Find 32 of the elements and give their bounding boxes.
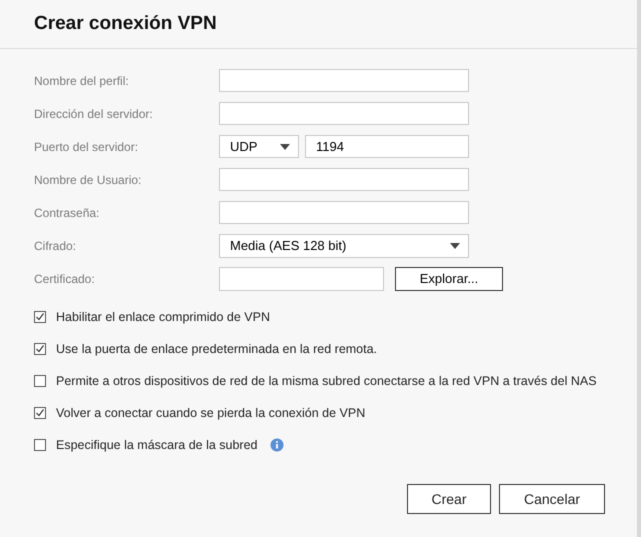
caret-icon — [280, 144, 290, 150]
text-field[interactable] — [219, 168, 469, 191]
protocol-dropdown[interactable]: UDP — [219, 135, 299, 158]
checkbox-label: Especifique la máscara de la subred — [56, 436, 258, 454]
caret-icon — [450, 242, 460, 248]
create-button[interactable]: Crear — [407, 484, 491, 514]
text-field[interactable] — [219, 201, 469, 224]
checkbox[interactable] — [34, 375, 46, 387]
file-field[interactable] — [219, 266, 384, 290]
checkbox[interactable] — [34, 407, 46, 419]
field-label: Nombre del perfil: — [34, 72, 130, 90]
field-label: Dirección del servidor: — [34, 106, 154, 122]
cancel-button[interactable]: Cancelar — [499, 484, 605, 514]
dialog-title: Crear conexión VPN — [34, 12, 217, 36]
checkbox-label: Volver a conectar cuando se pierda la conexión de VPN — [56, 404, 366, 422]
checkbox-label: Permite a otros dispositivos de red de la misma subred conectarse a la red VPN a través del NAS — [56, 372, 597, 390]
checkbox[interactable] — [34, 311, 46, 323]
text-field[interactable] — [219, 69, 469, 92]
checkbox-label: Habilitar el enlace comprimido de VPN — [56, 308, 270, 326]
field-label: Puerto del servidor: — [34, 138, 140, 156]
field-label: Nombre de Usuario: — [34, 172, 142, 188]
checkbox-label: Use la puerta de enlace predeterminada en la red remota. — [56, 340, 378, 358]
field-label: Cifrado: — [34, 238, 78, 254]
port-field[interactable]: 1194 — [305, 135, 469, 158]
info-icon[interactable] — [270, 438, 284, 452]
checkbox[interactable] — [34, 439, 46, 451]
browse-button[interactable]: Explorar... — [395, 266, 503, 290]
text-field[interactable] — [219, 102, 469, 125]
checkbox[interactable] — [34, 343, 46, 355]
field-label: Contraseña: — [34, 204, 100, 222]
field-label: Certificado: — [34, 270, 96, 288]
encryption-dropdown[interactable]: Media (AES 128 bit) — [219, 234, 469, 258]
